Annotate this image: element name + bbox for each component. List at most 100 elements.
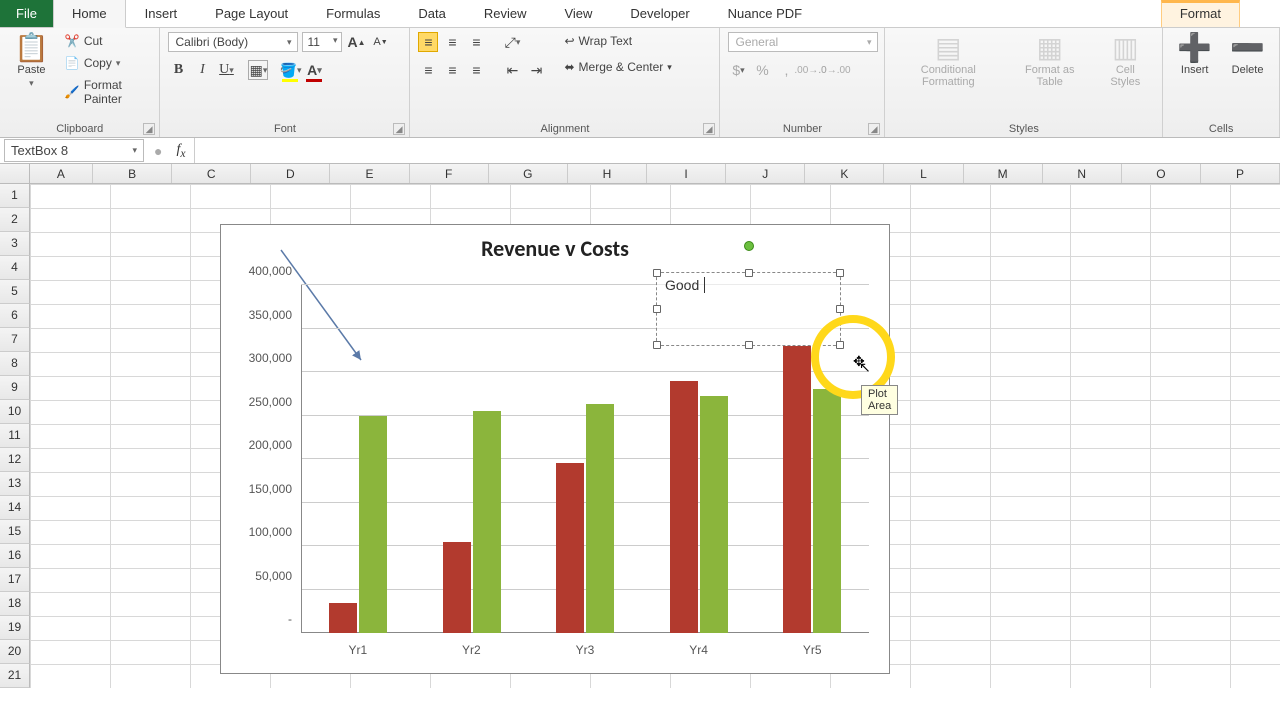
row-12[interactable]: 12	[0, 448, 30, 472]
col-P[interactable]: P	[1201, 164, 1280, 183]
borders-button[interactable]: ▦	[248, 60, 268, 80]
row-10[interactable]: 10	[0, 400, 30, 424]
row-6[interactable]: 6	[0, 304, 30, 328]
select-all-corner[interactable]	[0, 164, 30, 183]
bar-yr5-revenue[interactable]	[783, 346, 811, 633]
row-18[interactable]: 18	[0, 592, 30, 616]
cells-area[interactable]: Revenue v Costs - 50,000 100,000 150,000…	[30, 184, 1280, 688]
col-K[interactable]: K	[805, 164, 884, 183]
align-left-icon[interactable]: ≡	[418, 60, 438, 80]
tab-format-contextual[interactable]: Format	[1161, 0, 1240, 27]
alignment-launcher[interactable]: ◢	[703, 123, 716, 135]
col-G[interactable]: G	[489, 164, 568, 183]
bar-yr3-revenue[interactable]	[556, 463, 584, 633]
bar-yr2-revenue[interactable]	[443, 542, 471, 633]
embedded-chart[interactable]: Revenue v Costs - 50,000 100,000 150,000…	[220, 224, 890, 674]
copy-button[interactable]: 📄Copy▾	[61, 54, 152, 72]
font-color-button[interactable]: A	[304, 60, 324, 80]
align-right-icon[interactable]: ≡	[466, 60, 486, 80]
row-19[interactable]: 19	[0, 616, 30, 640]
col-A[interactable]: A	[30, 164, 93, 183]
align-top-icon[interactable]: ≡	[418, 32, 438, 52]
row-4[interactable]: 4	[0, 256, 30, 280]
italic-button[interactable]: I	[192, 60, 212, 80]
bar-yr4-revenue[interactable]	[670, 381, 698, 633]
font-name-combo[interactable]: Calibri (Body)▾	[168, 32, 298, 52]
row-17[interactable]: 17	[0, 568, 30, 592]
row-20[interactable]: 20	[0, 640, 30, 664]
col-C[interactable]: C	[172, 164, 251, 183]
row-7[interactable]: 7	[0, 328, 30, 352]
tab-data[interactable]: Data	[399, 0, 464, 27]
bar-yr3-costs[interactable]	[586, 404, 614, 633]
align-middle-icon[interactable]: ≡	[442, 32, 462, 52]
font-launcher[interactable]: ◢	[393, 123, 406, 135]
row-3[interactable]: 3	[0, 232, 30, 256]
row-21[interactable]: 21	[0, 664, 30, 688]
shrink-font-icon[interactable]: A▼	[370, 32, 390, 52]
bar-yr2-costs[interactable]	[473, 411, 501, 633]
grow-font-icon[interactable]: A▲	[346, 32, 366, 52]
handle-tl[interactable]	[653, 269, 661, 277]
row-8[interactable]: 8	[0, 352, 30, 376]
bar-yr4-costs[interactable]	[700, 396, 728, 633]
col-H[interactable]: H	[568, 164, 647, 183]
orientation-icon[interactable]: ⤢	[502, 32, 522, 52]
handle-tr[interactable]	[836, 269, 844, 277]
tab-page-layout[interactable]: Page Layout	[196, 0, 307, 27]
format-painter-button[interactable]: 🖌️Format Painter	[61, 76, 152, 108]
handle-ml[interactable]	[653, 305, 661, 313]
clipboard-launcher[interactable]: ◢	[143, 123, 156, 135]
handle-br[interactable]	[836, 341, 844, 349]
col-F[interactable]: F	[410, 164, 489, 183]
handle-bl[interactable]	[653, 341, 661, 349]
tab-home[interactable]: Home	[53, 0, 126, 28]
chart-textbox[interactable]: Good	[656, 272, 841, 346]
decrease-indent-icon[interactable]: ⇤	[502, 60, 522, 80]
col-I[interactable]: I	[647, 164, 726, 183]
bar-yr1-revenue[interactable]	[329, 603, 357, 633]
insert-cells-button[interactable]: ➕Insert	[1171, 32, 1218, 78]
tab-view[interactable]: View	[545, 0, 611, 27]
tab-nuance-pdf[interactable]: Nuance PDF	[709, 0, 821, 27]
col-L[interactable]: L	[884, 164, 963, 183]
delete-cells-button[interactable]: ➖Delete	[1224, 32, 1271, 78]
bold-button[interactable]: B	[168, 60, 188, 80]
row-5[interactable]: 5	[0, 280, 30, 304]
col-O[interactable]: O	[1122, 164, 1201, 183]
underline-button[interactable]: U	[216, 60, 236, 80]
name-box[interactable]: TextBox 8▾	[4, 139, 144, 162]
handle-tm[interactable]	[745, 269, 753, 277]
col-E[interactable]: E	[330, 164, 409, 183]
row-9[interactable]: 9	[0, 376, 30, 400]
col-M[interactable]: M	[964, 164, 1043, 183]
tab-formulas[interactable]: Formulas	[307, 0, 399, 27]
col-D[interactable]: D	[251, 164, 330, 183]
cut-button[interactable]: ✂️Cut	[61, 32, 152, 50]
col-J[interactable]: J	[726, 164, 805, 183]
fill-color-button[interactable]: 🪣	[280, 60, 300, 80]
col-N[interactable]: N	[1043, 164, 1122, 183]
row-13[interactable]: 13	[0, 472, 30, 496]
handle-mr[interactable]	[836, 305, 844, 313]
tab-file[interactable]: File	[0, 0, 53, 27]
row-15[interactable]: 15	[0, 520, 30, 544]
row-11[interactable]: 11	[0, 424, 30, 448]
bar-yr5-costs[interactable]	[813, 389, 841, 633]
handle-bm[interactable]	[745, 341, 753, 349]
align-bottom-icon[interactable]: ≡	[466, 32, 486, 52]
tab-developer[interactable]: Developer	[611, 0, 708, 27]
font-size-combo[interactable]: 11▾	[302, 32, 342, 52]
tab-insert[interactable]: Insert	[126, 0, 197, 27]
row-16[interactable]: 16	[0, 544, 30, 568]
row-2[interactable]: 2	[0, 208, 30, 232]
fx-icon[interactable]: fx	[168, 142, 193, 160]
row-14[interactable]: 14	[0, 496, 30, 520]
col-B[interactable]: B	[93, 164, 172, 183]
align-center-icon[interactable]: ≡	[442, 60, 462, 80]
paste-button[interactable]: 📋 Paste ▾	[8, 32, 55, 91]
bar-yr1-costs[interactable]	[359, 416, 387, 634]
increase-indent-icon[interactable]: ⇥	[526, 60, 546, 80]
formula-input[interactable]	[194, 138, 1280, 163]
rotate-handle[interactable]	[744, 241, 754, 251]
